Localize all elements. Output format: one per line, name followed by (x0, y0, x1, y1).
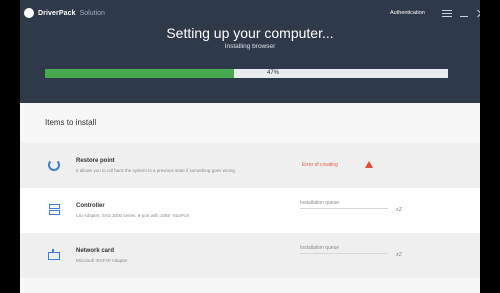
item-description: Microsoft ISATAP Adapter (76, 258, 128, 263)
item-description: LSI Adapter, SAS 3000 series, 8-port wit… (76, 213, 190, 218)
item-name: Restore point (76, 158, 115, 164)
authentication-link[interactable]: Authentication (390, 10, 425, 16)
item-status: Installation queue (300, 200, 340, 206)
brand: DriverPack Solution (24, 8, 105, 18)
brand-name: DriverPack (38, 9, 76, 17)
progress-percent: 47% (267, 70, 280, 76)
item-name: Controller (76, 203, 105, 209)
warning-icon (365, 161, 373, 168)
item-status: Installation queue (300, 245, 340, 251)
minimize-icon[interactable] (459, 8, 469, 18)
queue-icon: zZ (396, 207, 403, 213)
logo-icon (24, 8, 34, 18)
list-item[interactable]: Restore point It allows you to roll back… (20, 143, 480, 188)
page-title: Setting up your computer... (166, 25, 334, 41)
brand-suffix: Solution (79, 9, 105, 17)
app-window: DriverPack Solution Authentication Setti… (20, 0, 480, 293)
item-status-error: Error of creating (302, 162, 338, 168)
restore-icon (48, 159, 60, 171)
list-item[interactable]: Controller LSI Adapter, SAS 3000 series,… (20, 188, 480, 233)
network-icon (48, 249, 60, 260)
queue-bar (300, 253, 388, 254)
window-controls (442, 8, 480, 18)
queue-icon: zZ (396, 252, 403, 258)
queue-bar (300, 208, 388, 209)
controller-icon (48, 204, 60, 216)
progress-bar: 47% (45, 69, 448, 78)
list-item[interactable]: Network card Microsoft ISATAP Adapter In… (20, 233, 480, 278)
item-name: Network card (76, 248, 115, 254)
close-icon[interactable] (476, 8, 480, 18)
page-subtitle: Installing browser (224, 43, 276, 50)
header-banner: DriverPack Solution Authentication Setti… (20, 0, 480, 103)
progress-fill (45, 69, 235, 78)
menu-icon[interactable] (442, 8, 452, 18)
section-title: Items to install (45, 118, 97, 127)
item-description: It allows you to roll back the system to… (76, 168, 235, 173)
